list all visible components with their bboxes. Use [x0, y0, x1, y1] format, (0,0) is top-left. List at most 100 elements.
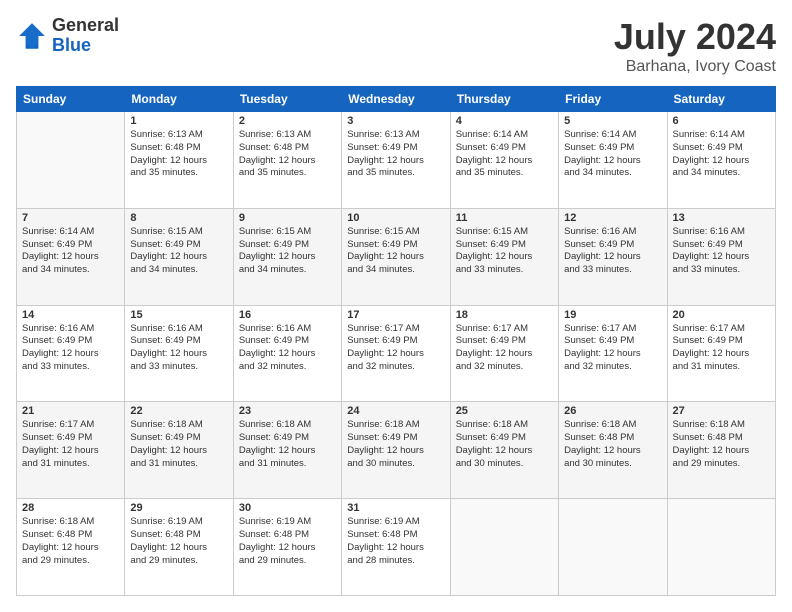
calendar-cell: 11 Sunrise: 6:15 AM Sunset: 6:49 PM Dayli…	[450, 208, 558, 305]
calendar-cell: 22Sunrise: 6:18 AM Sunset: 6:49 PM Dayli…	[125, 402, 233, 499]
day-number: 1	[130, 115, 227, 127]
calendar-day-header: Monday	[125, 87, 233, 112]
day-number: 14	[22, 309, 119, 321]
calendar-cell: 9 Sunrise: 6:15 AM Sunset: 6:49 PM Daylig…	[233, 208, 341, 305]
title-block: July 2024 Barhana, Ivory Coast	[614, 16, 776, 76]
day-info: Sunrise: 6:17 AM Sunset: 6:49 PM Dayligh…	[22, 419, 119, 470]
day-number: 21	[22, 405, 119, 417]
day-info: Sunrise: 6:16 AM Sunset: 6:49 PM Dayligh…	[673, 226, 770, 277]
calendar-header: SundayMondayTuesdayWednesdayThursdayFrid…	[17, 87, 776, 112]
calendar-cell: 23Sunrise: 6:18 AM Sunset: 6:49 PM Dayli…	[233, 402, 341, 499]
day-info: Sunrise: 6:15 AM Sunset: 6:49 PM Dayligh…	[347, 226, 444, 277]
calendar-cell: 18Sunrise: 6:17 AM Sunset: 6:49 PM Dayli…	[450, 305, 558, 402]
calendar-cell: 8Sunrise: 6:15 AM Sunset: 6:49 PM Daylig…	[125, 208, 233, 305]
calendar-cell: 27 Sunrise: 6:18 AM Sunset: 6:48 PM Dayli…	[667, 402, 775, 499]
day-info: Sunrise: 6:14 AM Sunset: 6:49 PM Dayligh…	[22, 226, 119, 277]
day-number: 16	[239, 309, 336, 321]
day-number: 4	[456, 115, 553, 127]
calendar-cell: 21 Sunrise: 6:17 AM Sunset: 6:49 PM Dayli…	[17, 402, 125, 499]
page: General Blue July 2024 Barhana, Ivory Co…	[0, 0, 792, 612]
logo: General Blue	[16, 16, 119, 56]
calendar-cell: 12 Sunrise: 6:16 AM Sunset: 6:49 PM Dayli…	[559, 208, 667, 305]
day-info: Sunrise: 6:18 AM Sunset: 6:49 PM Dayligh…	[347, 419, 444, 470]
calendar-cell: 28 Sunrise: 6:18 AM Sunset: 6:48 PM Dayli…	[17, 499, 125, 596]
calendar-cell: 5Sunrise: 6:14 AM Sunset: 6:49 PM Daylig…	[559, 112, 667, 209]
day-info: Sunrise: 6:18 AM Sunset: 6:48 PM Dayligh…	[564, 419, 661, 470]
day-info: Sunrise: 6:17 AM Sunset: 6:49 PM Dayligh…	[673, 323, 770, 374]
calendar-cell: 13 Sunrise: 6:16 AM Sunset: 6:49 PM Dayli…	[667, 208, 775, 305]
day-info: Sunrise: 6:16 AM Sunset: 6:49 PM Dayligh…	[130, 323, 227, 374]
day-number: 11	[456, 212, 553, 224]
day-info: Sunrise: 6:15 AM Sunset: 6:49 PM Dayligh…	[239, 226, 336, 277]
day-number: 2	[239, 115, 336, 127]
calendar-cell	[17, 112, 125, 209]
subtitle: Barhana, Ivory Coast	[614, 58, 776, 76]
day-info: Sunrise: 6:19 AM Sunset: 6:48 PM Dayligh…	[130, 516, 227, 567]
day-number: 20	[673, 309, 770, 321]
day-number: 6	[673, 115, 770, 127]
calendar-day-header: Tuesday	[233, 87, 341, 112]
day-info: Sunrise: 6:13 AM Sunset: 6:48 PM Dayligh…	[130, 129, 227, 180]
day-number: 24	[347, 405, 444, 417]
day-info: Sunrise: 6:13 AM Sunset: 6:48 PM Dayligh…	[239, 129, 336, 180]
day-number: 26	[564, 405, 661, 417]
calendar-cell: 30 Sunrise: 6:19 AM Sunset: 6:48 PM Dayli…	[233, 499, 341, 596]
day-info: Sunrise: 6:18 AM Sunset: 6:49 PM Dayligh…	[456, 419, 553, 470]
day-info: Sunrise: 6:19 AM Sunset: 6:48 PM Dayligh…	[239, 516, 336, 567]
calendar-day-header: Friday	[559, 87, 667, 112]
day-info: Sunrise: 6:17 AM Sunset: 6:49 PM Dayligh…	[347, 323, 444, 374]
calendar-week-row: 14 Sunrise: 6:16 AM Sunset: 6:49 PM Dayli…	[17, 305, 776, 402]
day-info: Sunrise: 6:16 AM Sunset: 6:49 PM Dayligh…	[239, 323, 336, 374]
calendar-cell: 4 Sunrise: 6:14 AM Sunset: 6:49 PM Daylig…	[450, 112, 558, 209]
day-number: 17	[347, 309, 444, 321]
day-number: 30	[239, 502, 336, 514]
calendar-week-row: 28 Sunrise: 6:18 AM Sunset: 6:48 PM Dayli…	[17, 499, 776, 596]
logo-icon	[16, 20, 48, 52]
day-number: 31	[347, 502, 444, 514]
day-number: 28	[22, 502, 119, 514]
logo-general: General	[52, 16, 119, 36]
header: General Blue July 2024 Barhana, Ivory Co…	[16, 16, 776, 76]
calendar-cell: 26 Sunrise: 6:18 AM Sunset: 6:48 PM Dayli…	[559, 402, 667, 499]
calendar-cell: 16 Sunrise: 6:16 AM Sunset: 6:49 PM Dayli…	[233, 305, 341, 402]
calendar-table: SundayMondayTuesdayWednesdayThursdayFrid…	[16, 86, 776, 596]
calendar-cell: 17 Sunrise: 6:17 AM Sunset: 6:49 PM Dayli…	[342, 305, 450, 402]
calendar-cell: 10 Sunrise: 6:15 AM Sunset: 6:49 PM Dayli…	[342, 208, 450, 305]
day-info: Sunrise: 6:18 AM Sunset: 6:48 PM Dayligh…	[22, 516, 119, 567]
day-info: Sunrise: 6:18 AM Sunset: 6:48 PM Dayligh…	[673, 419, 770, 470]
calendar-cell: 24 Sunrise: 6:18 AM Sunset: 6:49 PM Dayli…	[342, 402, 450, 499]
day-number: 18	[456, 309, 553, 321]
day-info: Sunrise: 6:14 AM Sunset: 6:49 PM Dayligh…	[456, 129, 553, 180]
day-info: Sunrise: 6:16 AM Sunset: 6:49 PM Dayligh…	[564, 226, 661, 277]
calendar-cell	[667, 499, 775, 596]
main-title: July 2024	[614, 16, 776, 58]
day-info: Sunrise: 6:14 AM Sunset: 6:49 PM Dayligh…	[564, 129, 661, 180]
calendar-cell: 20 Sunrise: 6:17 AM Sunset: 6:49 PM Dayli…	[667, 305, 775, 402]
calendar-day-header: Sunday	[17, 87, 125, 112]
calendar-week-row: 7Sunrise: 6:14 AM Sunset: 6:49 PM Daylig…	[17, 208, 776, 305]
calendar-cell: 19Sunrise: 6:17 AM Sunset: 6:49 PM Dayli…	[559, 305, 667, 402]
calendar-cell: 6Sunrise: 6:14 AM Sunset: 6:49 PM Daylig…	[667, 112, 775, 209]
calendar-day-header: Thursday	[450, 87, 558, 112]
day-number: 27	[673, 405, 770, 417]
day-number: 10	[347, 212, 444, 224]
calendar-cell: 3 Sunrise: 6:13 AM Sunset: 6:49 PM Daylig…	[342, 112, 450, 209]
logo-text: General Blue	[52, 16, 119, 56]
day-number: 23	[239, 405, 336, 417]
day-number: 12	[564, 212, 661, 224]
logo-blue: Blue	[52, 36, 119, 56]
day-number: 13	[673, 212, 770, 224]
day-number: 3	[347, 115, 444, 127]
day-number: 19	[564, 309, 661, 321]
calendar-cell: 31Sunrise: 6:19 AM Sunset: 6:48 PM Dayli…	[342, 499, 450, 596]
day-number: 9	[239, 212, 336, 224]
day-info: Sunrise: 6:15 AM Sunset: 6:49 PM Dayligh…	[456, 226, 553, 277]
calendar-cell: 7Sunrise: 6:14 AM Sunset: 6:49 PM Daylig…	[17, 208, 125, 305]
day-info: Sunrise: 6:15 AM Sunset: 6:49 PM Dayligh…	[130, 226, 227, 277]
day-number: 15	[130, 309, 227, 321]
calendar-cell: 14Sunrise: 6:16 AM Sunset: 6:49 PM Dayli…	[17, 305, 125, 402]
calendar-day-header: Saturday	[667, 87, 775, 112]
day-info: Sunrise: 6:13 AM Sunset: 6:49 PM Dayligh…	[347, 129, 444, 180]
day-number: 25	[456, 405, 553, 417]
day-info: Sunrise: 6:18 AM Sunset: 6:49 PM Dayligh…	[130, 419, 227, 470]
